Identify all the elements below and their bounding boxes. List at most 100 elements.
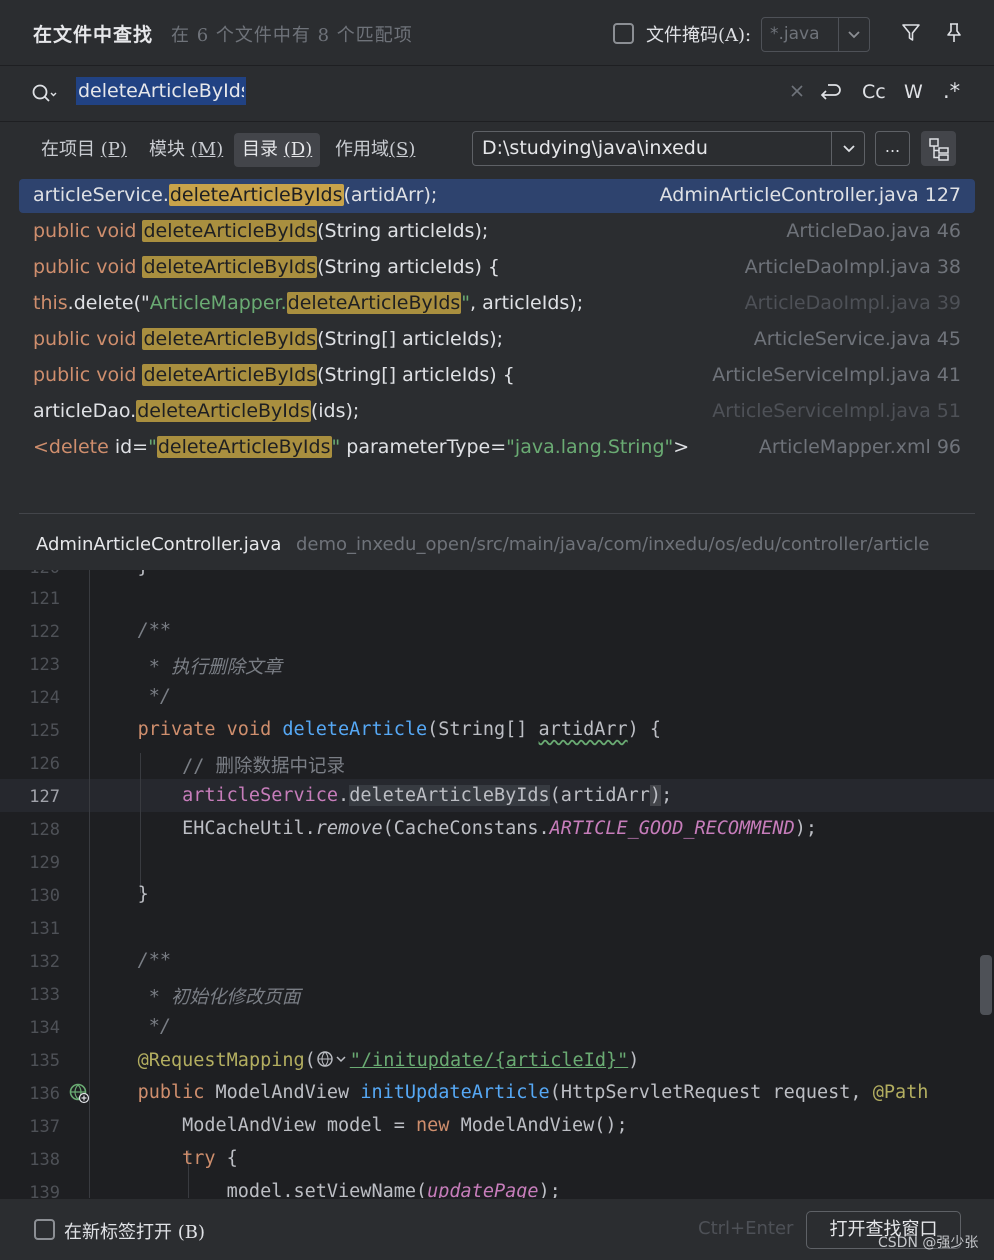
line-number: 132 — [29, 952, 60, 972]
result-file: ArticleService.java 45 — [753, 328, 961, 350]
recursive-toggle[interactable] — [921, 131, 956, 166]
filter-icon[interactable] — [900, 22, 922, 44]
new-tab-checkbox[interactable] — [34, 1219, 55, 1240]
code-line: * 执行删除文章 — [137, 657, 282, 678]
line-number: 126 — [29, 754, 60, 774]
globe-icon[interactable] — [316, 1049, 350, 1069]
code-line: /** — [137, 950, 171, 971]
line-number: 135 — [29, 1051, 60, 1071]
result-file: AdminArticleController.java 127 — [659, 184, 961, 206]
line-number: 128 — [29, 820, 60, 840]
watermark: CSDN @强少张 — [878, 1235, 979, 1251]
code-line: */ — [137, 1016, 171, 1037]
tab-directory[interactable]: 目录 (D) — [234, 133, 321, 167]
combo-separator — [831, 132, 832, 165]
result-code: public void deleteArticleByIds(String[] … — [33, 328, 504, 350]
line-number: 134 — [29, 1018, 60, 1038]
result-row[interactable]: public void deleteArticleByIds(String ar… — [19, 215, 975, 249]
tab-shortcut: (P) — [100, 139, 127, 160]
scope-row: 在项目 (P) 模块 (M) 目录 (D) 作用域(S) D:\studying… — [0, 122, 994, 178]
scrollbar-thumb[interactable] — [980, 955, 992, 1015]
tab-label: 目录 — [242, 139, 278, 160]
result-code: public void deleteArticleByIds(String ar… — [33, 220, 489, 242]
result-file: ArticleServiceImpl.java 51 — [712, 400, 961, 422]
line-number: 125 — [29, 721, 60, 741]
code-line: try { — [182, 1148, 238, 1169]
result-file: ArticleServiceImpl.java 41 — [712, 364, 961, 386]
code-line: articleService.deleteArticleByIds(artidA… — [182, 785, 673, 806]
clear-icon[interactable] — [789, 83, 805, 99]
code-line: ModelAndView model = new ModelAndView(); — [182, 1115, 628, 1136]
code-line: * 初始化修改页面 — [137, 987, 301, 1008]
code-line: // 删除数据中记录 — [182, 756, 346, 777]
result-code: public void deleteArticleByIds(String[] … — [33, 364, 515, 386]
line-number: 139 — [29, 1183, 60, 1198]
result-code: public void deleteArticleByIds(String ar… — [33, 256, 500, 278]
file-mask-checkbox[interactable] — [613, 23, 634, 44]
combo-separator — [838, 18, 839, 51]
line-number: 129 — [29, 853, 60, 873]
new-tab-label[interactable]: 在新标签打开 (B) — [64, 1218, 205, 1244]
result-code: articleDao.deleteArticleByIds(ids); — [33, 400, 360, 422]
code-line: private void deleteArticle(String[] arti… — [137, 719, 662, 740]
pin-icon[interactable] — [943, 21, 965, 45]
tree-icon — [929, 138, 949, 161]
result-file: ArticleDaoImpl.java 39 — [744, 292, 961, 314]
code-preview[interactable]: 120 } 121 122 123 124 125 126 127 128 12… — [0, 570, 994, 1198]
chevron-down-icon[interactable] — [839, 141, 859, 157]
web-endpoint-icon[interactable] — [68, 1082, 90, 1104]
search-history-icon[interactable] — [30, 82, 58, 106]
code-line: EHCacheUtil.remove(CacheConstans.ARTICLE… — [182, 818, 817, 839]
tab-shortcut: (D) — [283, 139, 313, 160]
dialog-header: 在文件中查找 在 6 个文件中有 8 个匹配项 文件掩码(A): *.java — [0, 0, 994, 66]
result-row[interactable]: <delete id="deleteArticleByIds" paramete… — [19, 431, 975, 465]
result-row[interactable]: articleService.deleteArticleByIds(artidA… — [19, 179, 975, 213]
whole-words-toggle[interactable]: W — [904, 81, 923, 103]
tab-shortcut: (M) — [190, 139, 224, 160]
preview-file-path: demo_inxedu_open/src/main/java/com/inxed… — [296, 534, 930, 555]
code-line: } — [93, 570, 149, 578]
line-number: 130 — [29, 886, 60, 906]
line-number: 131 — [29, 919, 60, 939]
file-mask-label[interactable]: 文件掩码(A): — [646, 21, 751, 47]
line-number: 122 — [29, 622, 60, 642]
result-file: ArticleDaoImpl.java 38 — [744, 256, 961, 278]
search-row: Cc W .* — [0, 66, 994, 122]
tab-label: 作用域 — [335, 139, 389, 160]
result-row[interactable]: public void deleteArticleByIds(String[] … — [19, 323, 975, 357]
dialog-footer: 在新标签打开 (B) Ctrl+Enter 打开查找窗口 — [0, 1198, 994, 1260]
tab-project[interactable]: 在项目 (P) — [33, 133, 135, 167]
line-number: 120 — [0, 570, 60, 578]
code-line: */ — [137, 686, 171, 707]
browse-button[interactable]: ... — [875, 131, 910, 166]
match-case-toggle[interactable]: Cc — [862, 81, 886, 103]
line-number: 136 — [29, 1084, 60, 1104]
tab-shortcut: (S) — [389, 139, 416, 160]
tab-scope[interactable]: 作用域(S) — [327, 133, 423, 167]
file-mask-value: *.java — [770, 24, 820, 44]
directory-value: D:\studying\java\inxedu — [482, 137, 708, 159]
tab-module[interactable]: 模块 (M) — [141, 133, 231, 167]
match-count: 在 6 个文件中有 8 个匹配项 — [171, 25, 413, 46]
preview-path-bar: AdminArticleController.java demo_inxedu_… — [0, 514, 994, 570]
search-input[interactable] — [76, 77, 246, 105]
new-line-icon[interactable] — [818, 81, 842, 103]
result-code: articleService.deleteArticleByIds(artidA… — [33, 184, 438, 206]
result-row[interactable]: public void deleteArticleByIds(String[] … — [19, 359, 975, 393]
chevron-down-icon[interactable] — [844, 27, 864, 43]
result-row[interactable]: articleDao.deleteArticleByIds(ids); Arti… — [19, 395, 975, 429]
result-file: ArticleMapper.xml 96 — [758, 436, 961, 458]
result-row[interactable]: this.delete("ArticleMapper.deleteArticle… — [19, 287, 975, 321]
file-mask-combo[interactable]: *.java — [761, 17, 870, 52]
shortcut-hint: Ctrl+Enter — [698, 1218, 794, 1239]
tab-label: 模块 — [149, 139, 185, 160]
directory-combo[interactable]: D:\studying\java\inxedu — [472, 131, 865, 166]
line-number: 127 — [29, 787, 60, 807]
regex-toggle[interactable]: .* — [943, 79, 960, 103]
code-line: } — [137, 884, 149, 905]
result-row[interactable]: public void deleteArticleByIds(String ar… — [19, 251, 975, 285]
code-line: model.setViewName(updatePage); — [226, 1181, 561, 1198]
result-code: this.delete("ArticleMapper.deleteArticle… — [33, 292, 584, 314]
preview-file-name: AdminArticleController.java — [36, 534, 282, 555]
line-number: 121 — [29, 589, 60, 609]
